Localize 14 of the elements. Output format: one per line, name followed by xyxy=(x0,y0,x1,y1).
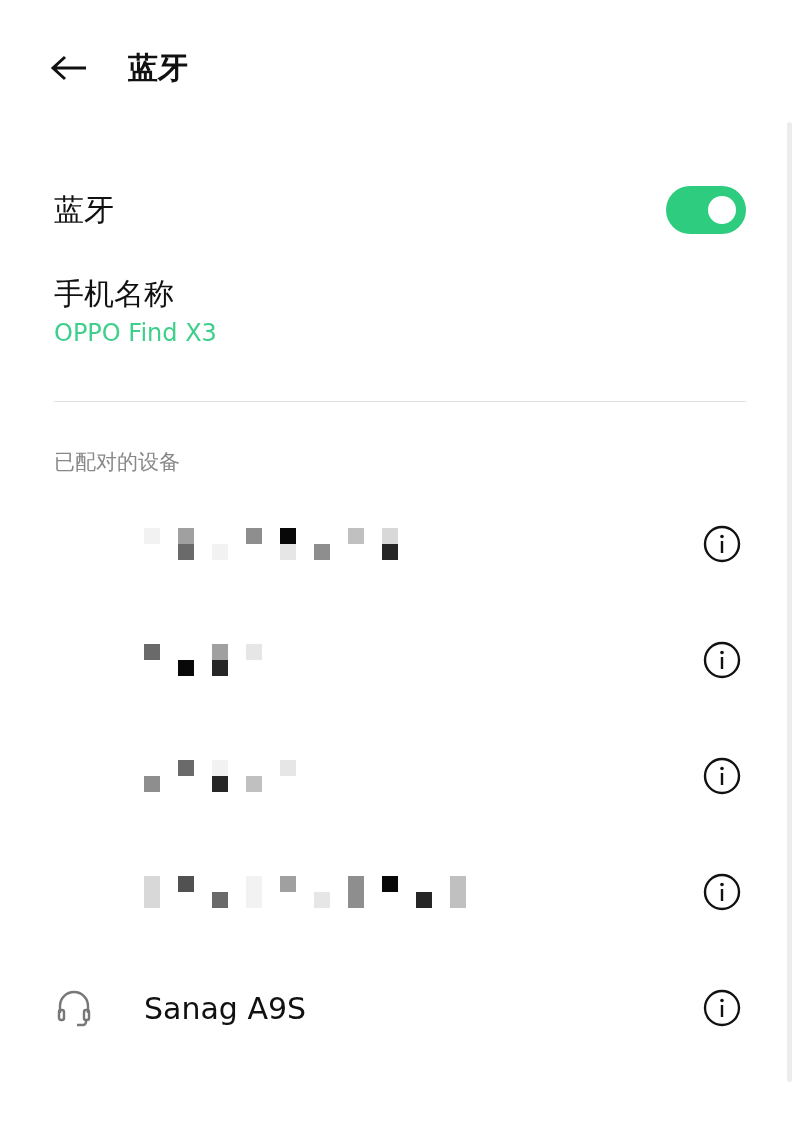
device-name[interactable]: Sanag A9S xyxy=(144,990,307,1026)
phone-name-value: OPPO Find X3 xyxy=(54,319,218,347)
info-icon[interactable] xyxy=(702,524,742,564)
info-icon[interactable] xyxy=(702,756,742,796)
section-title: 已配对的设备 xyxy=(54,449,181,476)
headset-icon xyxy=(56,989,92,1027)
info-icon[interactable] xyxy=(702,872,742,912)
phone-name-label[interactable]: 手机名称 xyxy=(54,274,746,315)
bluetooth-label: 蓝牙 xyxy=(54,190,114,229)
back-arrow-icon[interactable] xyxy=(50,54,88,82)
page-title: 蓝牙 xyxy=(128,48,188,87)
info-icon[interactable] xyxy=(702,640,742,680)
info-icon[interactable] xyxy=(702,988,742,1028)
bluetooth-toggle[interactable] xyxy=(666,186,746,234)
